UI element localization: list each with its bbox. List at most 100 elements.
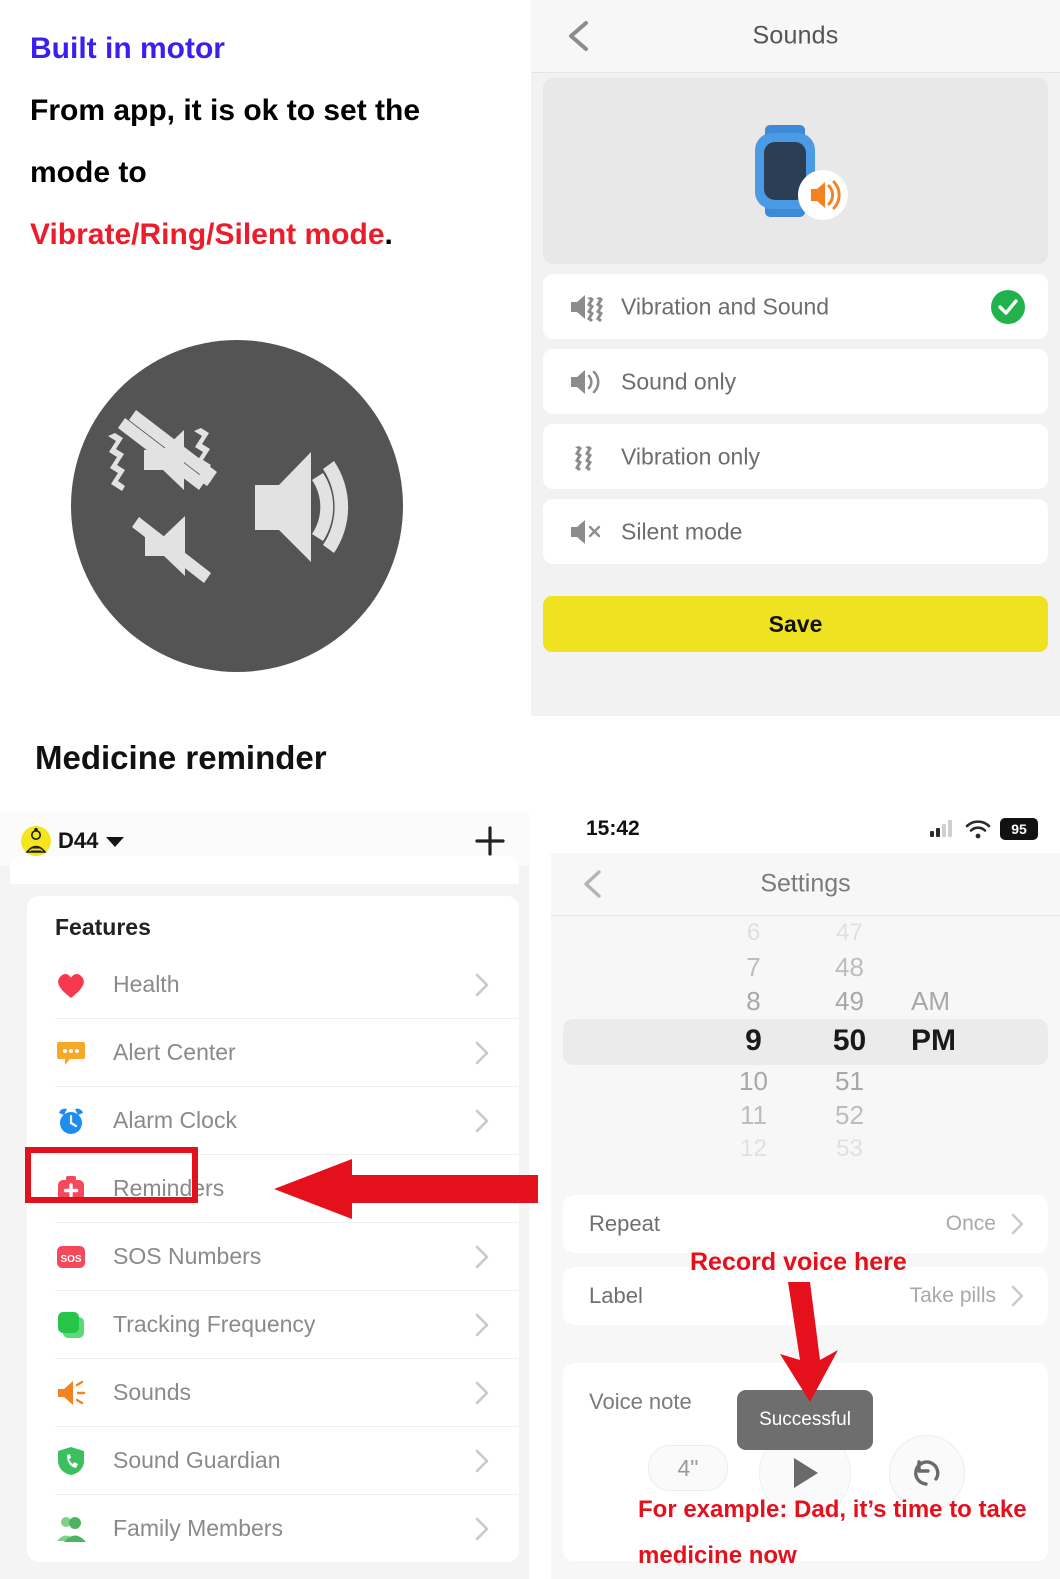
chevron-right-icon bbox=[475, 973, 489, 996]
status-bar-time: 15:42 bbox=[586, 817, 640, 840]
settings-row-repeat[interactable]: Repeat Once bbox=[563, 1195, 1048, 1253]
settings-screen: 15:42 95 Settings 6 7 8 9 10 11 12 47 48… bbox=[551, 805, 1060, 1579]
picker-item-selected-period[interactable]: PM bbox=[911, 1018, 1021, 1064]
picker-column-period[interactable]: AM PM bbox=[911, 916, 1021, 1064]
caption-title: Built in motor bbox=[30, 32, 225, 65]
picker-item[interactable]: 8 bbox=[706, 984, 801, 1018]
picker-item[interactable]: 49 bbox=[802, 984, 897, 1018]
picker-item-selected-minute[interactable]: 50 bbox=[802, 1018, 897, 1064]
sound-option-vibration-and-sound[interactable]: Vibration and Sound bbox=[543, 274, 1048, 339]
chevron-right-icon bbox=[475, 1109, 489, 1132]
speaker-mute-icon bbox=[571, 519, 601, 544]
battery-indicator: 95 bbox=[1000, 818, 1038, 840]
picker-column-hours[interactable]: 6 7 8 9 10 11 12 bbox=[706, 916, 801, 1166]
picker-item[interactable]: 53 bbox=[802, 1132, 897, 1166]
feature-row-sound-guardian[interactable]: Sound Guardian bbox=[55, 1426, 519, 1494]
wifi-icon bbox=[965, 820, 991, 839]
annotation-record-voice: Record voice here bbox=[690, 1248, 907, 1276]
instruction-caption: Built in motor From app, it is ok to set… bbox=[30, 18, 510, 266]
settings-header: Settings bbox=[551, 853, 1060, 916]
feature-label: Alert Center bbox=[113, 1039, 236, 1065]
selected-check-icon bbox=[991, 289, 1025, 324]
sound-option-sound-only[interactable]: Sound only bbox=[543, 349, 1048, 414]
picker-item[interactable]: 47 bbox=[802, 916, 897, 950]
picker-item[interactable]: 52 bbox=[802, 1098, 897, 1132]
picker-item[interactable]: 6 bbox=[706, 916, 801, 950]
chevron-right-icon bbox=[1011, 1285, 1024, 1307]
feature-row-family-members[interactable]: Family Members bbox=[55, 1494, 519, 1562]
picker-item[interactable]: 10 bbox=[706, 1064, 801, 1098]
sound-option-label: Silent mode bbox=[621, 518, 743, 544]
medical-kit-icon bbox=[55, 1173, 87, 1205]
chevron-right-icon bbox=[475, 1245, 489, 1268]
sound-option-vibration-only[interactable]: Vibration only bbox=[543, 424, 1048, 489]
feature-row-alarm-clock[interactable]: Alarm Clock bbox=[55, 1086, 519, 1154]
picker-item[interactable]: 11 bbox=[706, 1098, 801, 1132]
battery-level: 95 bbox=[1011, 821, 1027, 837]
picker-item[interactable]: 7 bbox=[706, 950, 801, 984]
watch-hero-card bbox=[543, 78, 1048, 264]
features-card: Features Health Alert Center Alarm Clock… bbox=[27, 896, 519, 1562]
user-avatar-icon bbox=[25, 827, 47, 853]
row-value: Take pills bbox=[909, 1284, 996, 1307]
arrow-down-icon bbox=[780, 1282, 838, 1402]
caption-line-2: From app, it is ok to set the bbox=[30, 94, 421, 127]
picker-item[interactable]: 48 bbox=[802, 950, 897, 984]
feature-label: SOS Numbers bbox=[113, 1243, 262, 1269]
plus-icon[interactable] bbox=[473, 824, 507, 858]
row-value: Once bbox=[945, 1212, 996, 1235]
vibration-icon bbox=[575, 445, 592, 471]
feature-label: Sounds bbox=[113, 1379, 192, 1405]
feature-row-health[interactable]: Health bbox=[55, 951, 519, 1018]
picker-item[interactable]: 51 bbox=[802, 1064, 897, 1098]
device-name[interactable]: D44 bbox=[58, 826, 98, 856]
voice-duration: 4" bbox=[648, 1445, 728, 1491]
picker-item-selected-hour[interactable]: 9 bbox=[706, 1018, 801, 1064]
feature-row-sos-numbers[interactable]: SOS SOS Numbers bbox=[55, 1222, 519, 1290]
settings-title: Settings bbox=[760, 869, 851, 898]
feature-label: Sound Guardian bbox=[113, 1447, 281, 1473]
status-bar-indicators: 95 bbox=[930, 818, 1038, 840]
caption-line-4: Vibrate/Ring/Silent mode. bbox=[30, 204, 510, 266]
row-label: Repeat bbox=[589, 1211, 660, 1236]
feature-row-sounds[interactable]: Sounds bbox=[55, 1358, 519, 1426]
chevron-right-icon bbox=[475, 1381, 489, 1404]
sounds-title: Sounds bbox=[752, 21, 839, 50]
speaker-vibration-icon bbox=[571, 294, 603, 322]
scroll-track[interactable] bbox=[0, 882, 13, 1579]
feature-row-alert-center[interactable]: Alert Center bbox=[55, 1018, 519, 1086]
people-icon bbox=[55, 1513, 87, 1545]
sound-option-silent-mode[interactable]: Silent mode bbox=[543, 499, 1048, 564]
shield-phone-icon bbox=[55, 1445, 87, 1477]
sos-icon: SOS bbox=[55, 1241, 87, 1273]
save-button[interactable]: Save bbox=[543, 596, 1048, 652]
status-bar: 15:42 95 bbox=[551, 805, 1060, 853]
feature-label: Alarm Clock bbox=[113, 1107, 237, 1133]
sounds-header: Sounds bbox=[531, 0, 1060, 73]
smartwatch-speaker-icon bbox=[754, 125, 848, 220]
picker-item[interactable]: AM bbox=[911, 984, 1021, 1018]
feature-label: Family Members bbox=[113, 1515, 283, 1541]
sound-option-label: Vibration and Sound bbox=[621, 293, 830, 319]
picker-item[interactable]: 12 bbox=[706, 1132, 801, 1166]
caption-line-3: mode to bbox=[30, 156, 147, 189]
chevron-right-icon bbox=[475, 1313, 489, 1336]
layers-icon bbox=[55, 1309, 87, 1341]
chevron-right-icon bbox=[475, 1517, 489, 1540]
time-picker[interactable]: 6 7 8 9 10 11 12 47 48 49 50 51 52 53 AM bbox=[551, 916, 1060, 1167]
redo-icon bbox=[914, 1460, 940, 1486]
feature-label: Health bbox=[113, 971, 180, 997]
features-section-title: Features bbox=[55, 914, 151, 940]
chevron-down-icon[interactable] bbox=[106, 837, 124, 847]
cellular-signal-icon bbox=[930, 820, 952, 837]
chevron-right-icon bbox=[1011, 1213, 1024, 1235]
alarm-clock-icon bbox=[55, 1105, 87, 1137]
down-arrow-annotation bbox=[770, 1282, 850, 1402]
play-icon bbox=[794, 1458, 818, 1488]
picker-column-minutes[interactable]: 47 48 49 50 51 52 53 bbox=[802, 916, 897, 1166]
caption-period: . bbox=[384, 218, 393, 251]
speaker-icon bbox=[55, 1377, 87, 1409]
voice-note-title: Voice note bbox=[589, 1389, 692, 1414]
feature-row-tracking-frequency[interactable]: Tracking Frequency bbox=[55, 1290, 519, 1358]
avatar[interactable] bbox=[21, 826, 51, 856]
